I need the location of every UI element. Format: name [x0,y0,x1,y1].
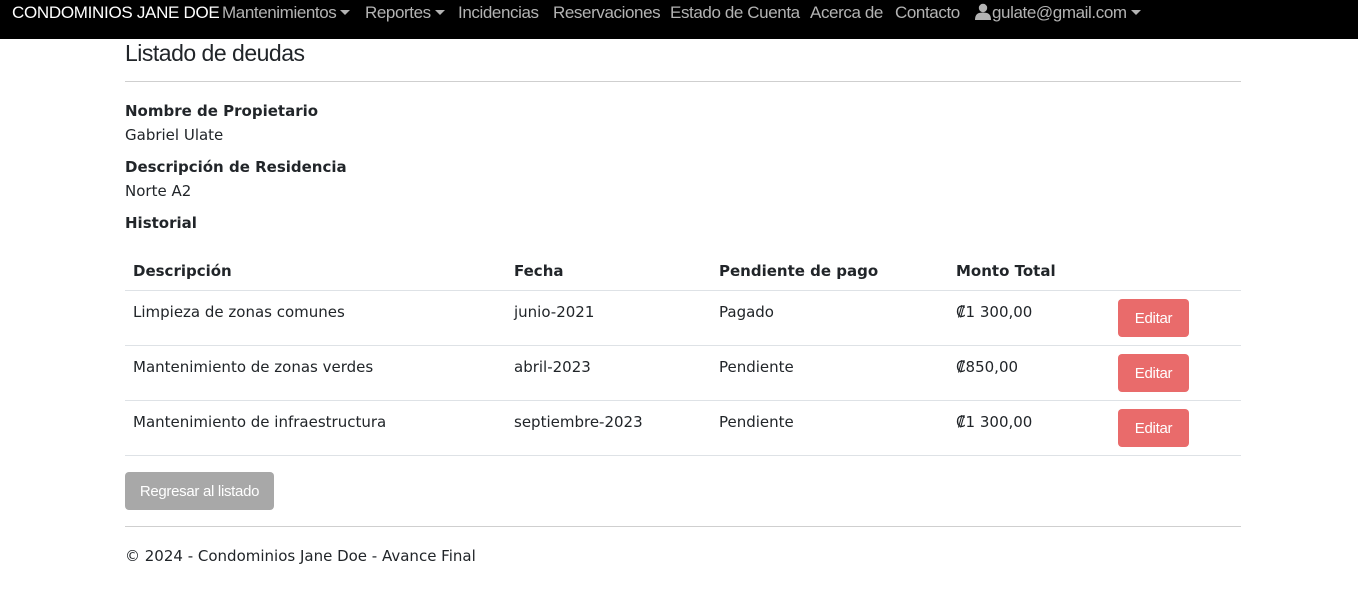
nav-estado-de-cuenta[interactable]: Estado de Cuenta [670,0,800,26]
table-header-divider [125,290,1241,291]
owner-value: Gabriel Ulate [125,126,224,144]
cell-estado: Pendiente [719,413,794,431]
nav-mantenimientos[interactable]: Mantenimientos [222,0,351,26]
cell-descripcion: Limpieza de zonas comunes [133,303,345,321]
edit-button[interactable]: Editar [1118,409,1189,447]
nav-reservaciones[interactable]: Reservaciones [553,0,661,26]
cell-descripcion: Mantenimiento de zonas verdes [133,358,374,376]
edit-button[interactable]: Editar [1118,299,1189,337]
footer-text: © 2024 - Condominios Jane Doe - Avance F… [125,547,476,565]
back-to-list-button[interactable]: Regresar al listado [125,472,274,510]
column-header-descripcion: Descripción [133,262,232,280]
brand-link[interactable]: CONDOMINIOS JANE DOE [12,0,220,26]
chevron-down-icon [340,10,351,15]
page-title: Listado de deudas [125,40,305,66]
user-email: gulate@gmail.com [992,3,1127,22]
nav-contacto[interactable]: Contacto [895,0,960,26]
row-divider [125,400,1241,401]
cell-fecha: junio-2021 [514,303,595,321]
nav-reportes-label: Reportes [365,3,431,22]
title-divider [125,81,1241,82]
chevron-down-icon [434,10,445,15]
residence-value: Norte A2 [125,182,192,200]
column-header-pendiente: Pendiente de pago [719,262,879,280]
nav-mantenimientos-label: Mantenimientos [222,3,337,22]
owner-label: Nombre de Propietario [125,102,319,120]
nav-incidencias[interactable]: Incidencias [458,0,539,26]
history-label: Historial [125,214,197,232]
nav-acerca-de[interactable]: Acerca de [810,0,883,26]
cell-monto: ₡1 300,00 [956,303,1033,321]
cell-estado: Pendiente [719,358,794,376]
user-icon [975,2,991,28]
cell-monto: ₡850,00 [956,358,1019,376]
cell-fecha: abril-2023 [514,358,591,376]
edit-button[interactable]: Editar [1118,354,1189,392]
row-divider [125,455,1241,456]
column-header-monto: Monto Total [956,262,1056,280]
cell-fecha: septiembre-2023 [514,413,643,431]
chevron-down-icon [1130,10,1141,15]
footer-divider [125,526,1241,527]
column-header-fecha: Fecha [514,262,564,280]
user-menu[interactable]: gulate@gmail.com [975,0,1141,26]
residence-label: Descripción de Residencia [125,158,347,176]
cell-estado: Pagado [719,303,774,321]
cell-descripcion: Mantenimiento de infraestructura [133,413,387,431]
nav-reportes[interactable]: Reportes [365,0,445,26]
top-navbar: CONDOMINIOS JANE DOE Mantenimientos Repo… [0,0,1358,39]
cell-monto: ₡1 300,00 [956,413,1033,431]
row-divider [125,345,1241,346]
